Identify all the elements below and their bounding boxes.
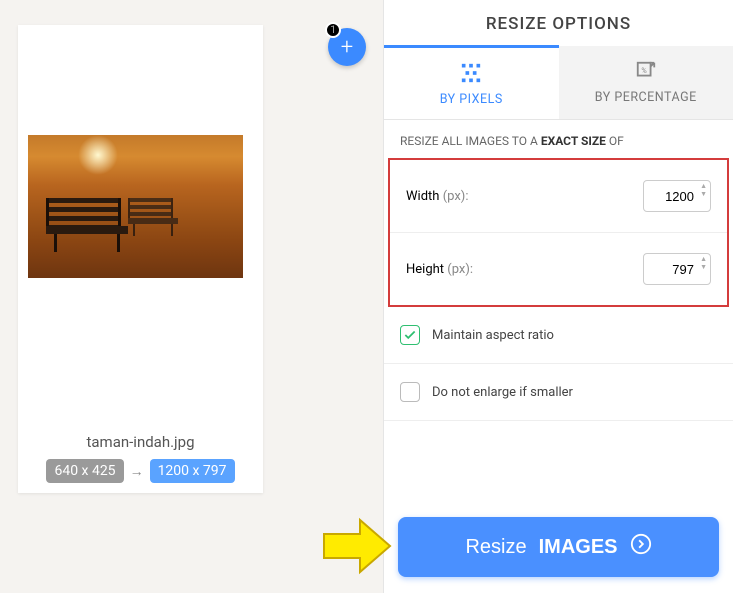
percentage-icon: % bbox=[635, 60, 657, 82]
arrow-icon: → bbox=[130, 463, 144, 480]
resize-description: RESIZE ALL IMAGES TO A EXACT SIZE OF bbox=[384, 120, 733, 158]
plus-icon: + bbox=[341, 35, 353, 60]
height-stepper[interactable]: ▲▼ bbox=[700, 256, 707, 271]
width-label: Width (px): bbox=[406, 189, 468, 204]
maintain-aspect-checkbox[interactable] bbox=[400, 325, 420, 345]
tab-label: BY PERCENTAGE bbox=[595, 90, 697, 105]
target-size-badge: 1200 x 797 bbox=[150, 459, 235, 483]
annotation-arrow bbox=[322, 516, 392, 576]
original-size-badge: 640 x 425 bbox=[46, 459, 123, 483]
resize-mode-tabs: BY PIXELS % BY PERCENTAGE bbox=[384, 46, 733, 120]
no-enlarge-checkbox[interactable] bbox=[400, 382, 420, 402]
image-thumbnail[interactable] bbox=[28, 135, 243, 278]
tab-by-percentage[interactable]: % BY PERCENTAGE bbox=[559, 46, 733, 119]
panel-title: RESIZE OPTIONS bbox=[384, 0, 733, 46]
tab-by-pixels[interactable]: BY PIXELS bbox=[384, 45, 559, 119]
dimension-inputs-highlight: Width (px): ▲▼ Height (px): ▲▼ bbox=[388, 158, 729, 307]
svg-text:%: % bbox=[641, 66, 647, 75]
resize-images-button[interactable]: Resize IMAGES bbox=[398, 517, 719, 577]
image-card: taman-indah.jpg 640 x 425 → 1200 x 797 bbox=[18, 25, 263, 493]
no-enlarge-label: Do not enlarge if smaller bbox=[432, 385, 573, 400]
height-label: Height (px): bbox=[406, 262, 473, 277]
width-stepper[interactable]: ▲▼ bbox=[700, 183, 707, 198]
image-filename: taman-indah.jpg bbox=[28, 433, 253, 451]
tab-label: BY PIXELS bbox=[440, 92, 503, 107]
add-image-button[interactable]: 1 + bbox=[328, 28, 366, 66]
arrow-right-circle-icon bbox=[630, 533, 652, 561]
image-count-badge: 1 bbox=[325, 22, 341, 38]
maintain-aspect-label: Maintain aspect ratio bbox=[432, 328, 554, 343]
pixels-icon bbox=[460, 62, 482, 84]
